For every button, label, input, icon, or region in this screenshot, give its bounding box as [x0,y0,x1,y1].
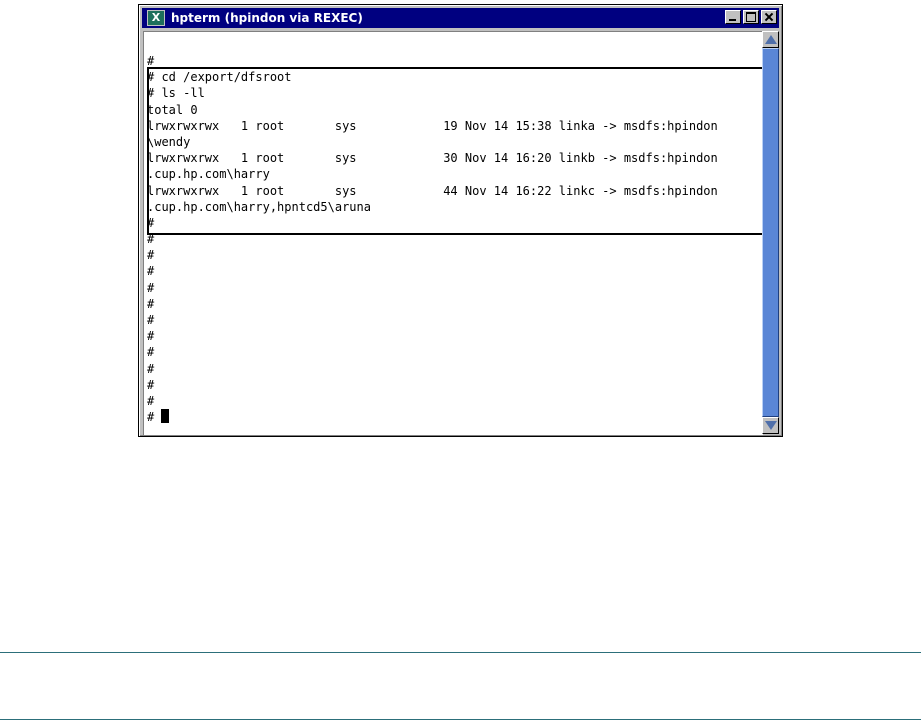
terminal-line: lrwxrwxrwx 1 root sys 19 Nov 14 15:38 li… [147,118,718,133]
scroll-down-button[interactable] [762,417,779,434]
terminal-line: .cup.hp.com\harry,hpntcd5\aruna [147,199,371,214]
terminal-line: # [147,377,155,392]
maximize-button[interactable] [743,10,759,24]
scroll-thumb[interactable] [762,48,779,417]
x-terminal-icon[interactable]: X [147,10,165,26]
hpterm-window: X hpterm (hpindon via REXEC) # # cd /exp… [138,4,783,437]
close-button[interactable] [761,10,777,24]
terminal-line: # [147,313,155,327]
window-title: hpterm (hpindon via REXEC) [171,11,363,25]
terminal-line: # [147,361,155,376]
terminal-line: # [147,296,155,311]
divider-line [0,719,921,720]
terminal-line: # [147,329,155,344]
scroll-up-button[interactable] [762,31,779,48]
scroll-track[interactable] [762,48,779,417]
terminal-line: # [147,280,155,295]
terminal-area[interactable]: # # cd /export/dfsroot # ls -ll total 0 … [143,31,763,435]
terminal-line: # [147,232,155,247]
terminal-line: # ls -ll [147,86,205,101]
title-bar[interactable]: X hpterm (hpindon via REXEC) [142,8,779,28]
terminal-line: # [147,248,155,263]
terminal-prompt-line[interactable]: # [147,409,718,425]
arrow-up-icon [764,35,777,44]
terminal-line: # [147,393,155,408]
terminal-line: .cup.hp.com\harry [147,167,270,182]
terminal-line: # [147,215,155,230]
text-cursor [161,409,170,424]
terminal-line: # [147,54,155,68]
divider-line [0,652,921,653]
minimize-button[interactable] [725,10,741,24]
terminal-line: \wendy [147,134,191,149]
terminal-line: # [147,264,155,279]
terminal-line: total 0 [147,102,198,117]
terminal-line: # [147,345,155,360]
prompt: # [147,410,162,425]
window-controls [723,10,777,24]
terminal-output: # # cd /export/dfsroot # ls -ll total 0 … [147,53,718,425]
terminal-line: # cd /export/dfsroot [147,70,292,85]
arrow-down-icon [764,421,777,430]
vertical-scrollbar[interactable] [762,31,779,434]
terminal-line: lrwxrwxrwx 1 root sys 30 Nov 14 16:20 li… [147,151,718,166]
terminal-line: lrwxrwxrwx 1 root sys 44 Nov 14 16:22 li… [147,183,718,198]
